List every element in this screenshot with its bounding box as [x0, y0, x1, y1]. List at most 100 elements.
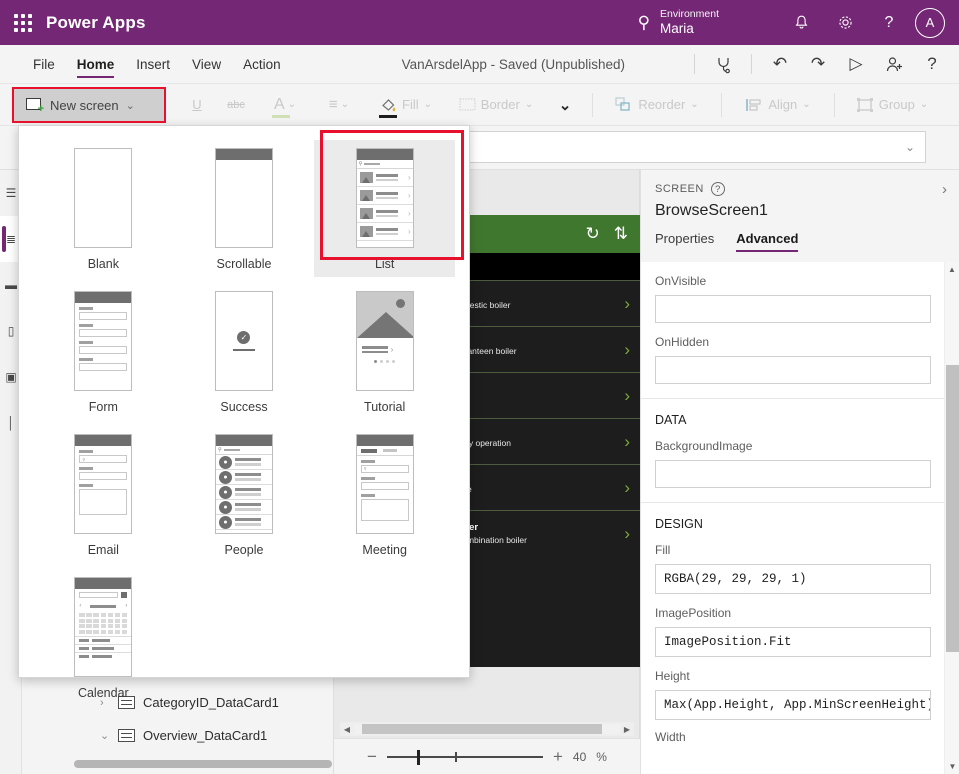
scroll-track[interactable]: [354, 724, 620, 734]
scroll-left-icon[interactable]: ◀: [340, 725, 354, 734]
underline-icon[interactable]: U: [180, 84, 214, 126]
menu-item-action[interactable]: Action: [232, 45, 292, 84]
scroll-down-icon[interactable]: ▼: [945, 759, 959, 774]
zoom-slider[interactable]: [386, 749, 543, 765]
onhidden-input[interactable]: [655, 356, 931, 384]
properties-panel-header: SCREEN ? › BrowseScreen1 Properties Adva…: [641, 170, 959, 262]
bell-icon[interactable]: [779, 0, 823, 45]
screen-preview[interactable]: ↻ ⇅ omestic boiler › r canteen boiler ›: [450, 215, 640, 667]
template-tutorial[interactable]: › Tutorial: [314, 283, 455, 420]
scroll-right-icon[interactable]: ▶: [620, 725, 634, 734]
text-align-icon[interactable]: ≡ ⌄: [312, 84, 366, 126]
template-thumbnail: ✓: [214, 291, 273, 391]
play-preview-icon[interactable]: ▷: [837, 45, 875, 84]
refresh-icon[interactable]: ↻: [586, 224, 600, 244]
template-meeting[interactable]: ⚲ Meeting: [314, 426, 455, 563]
help-icon[interactable]: ?: [867, 0, 911, 45]
undo-icon[interactable]: ↶: [761, 45, 799, 84]
divider: [721, 92, 722, 117]
menu-item-file[interactable]: File: [22, 45, 66, 84]
group-button[interactable]: Group ⌄: [843, 84, 941, 126]
help-icon[interactable]: ?: [710, 182, 725, 196]
globe-icon: ⚲: [637, 13, 651, 32]
fill-input[interactable]: RGBA(29, 29, 29, 1): [655, 564, 931, 594]
preview-list-item[interactable]: way operation ›: [450, 418, 640, 464]
tree-horizontal-scrollbar[interactable]: [74, 760, 332, 768]
reorder-button[interactable]: Reorder ⌄: [601, 84, 713, 126]
onvisible-input[interactable]: [655, 295, 931, 323]
template-list[interactable]: ⚲ › › › › List: [314, 140, 455, 277]
document-title: VanArsdelApp - Saved (Unpublished): [401, 56, 625, 72]
app-launcher-icon[interactable]: [0, 13, 46, 32]
template-scrollable[interactable]: Scrollable: [174, 140, 315, 277]
chevron-right-icon[interactable]: ›: [624, 432, 630, 452]
avatar[interactable]: A: [915, 7, 945, 38]
scroll-thumb[interactable]: [362, 724, 602, 734]
menu-item-home[interactable]: Home: [66, 45, 126, 84]
menu-item-insert[interactable]: Insert: [125, 45, 181, 84]
field-label: OnVisible: [655, 274, 707, 288]
gear-icon[interactable]: [823, 0, 867, 45]
zoom-out-button[interactable]: −: [367, 747, 377, 767]
formula-input[interactable]: ⌄: [468, 131, 926, 163]
template-success[interactable]: ✓ Success: [174, 283, 315, 420]
chevron-down-icon[interactable]: ⌄: [905, 140, 915, 154]
menu-bar-actions: ↶ ↷ ▷ ?: [685, 45, 959, 84]
align-button[interactable]: Align ⌄: [730, 84, 826, 126]
scroll-up-icon[interactable]: ▲: [945, 262, 959, 277]
preview-list-item[interactable]: omestic boiler ›: [450, 280, 640, 326]
border-button[interactable]: Border ⌄: [446, 84, 546, 126]
chevron-right-icon[interactable]: ›: [624, 478, 630, 498]
scroll-thumb[interactable]: [946, 365, 959, 652]
template-form[interactable]: Form: [33, 283, 174, 420]
preview-list-item[interactable]: r canteen boiler ›: [450, 326, 640, 372]
field-backgroundimage: BackgroundImage: [641, 439, 945, 488]
ribbon-overflow-chevron-icon[interactable]: ⌄: [546, 84, 584, 126]
redo-icon[interactable]: ↷: [799, 45, 837, 84]
preview-header: ↻ ⇅: [450, 215, 640, 253]
font-color-icon[interactable]: A ⌄: [258, 84, 312, 126]
new-screen-button[interactable]: + New screen ⌄: [14, 89, 164, 121]
properties-scrollbar[interactable]: ▲ ▼: [944, 262, 959, 774]
chevron-down-icon: ⌄: [524, 99, 534, 110]
strikethrough-icon[interactable]: abc: [214, 84, 258, 126]
template-people[interactable]: ⚲ ● ● ● ● ● People: [174, 426, 315, 563]
properties-tabs: Properties Advanced: [655, 231, 945, 252]
imageposition-input[interactable]: ImagePosition.Fit: [655, 627, 931, 657]
fill-button[interactable]: Fill ⌄: [366, 84, 446, 126]
tree-item-overview-datacard[interactable]: ⌄ Overview_DataCard1: [22, 719, 333, 752]
help-icon[interactable]: ?: [913, 45, 951, 84]
chevron-right-icon[interactable]: ›: [624, 386, 630, 406]
tab-properties[interactable]: Properties: [655, 231, 714, 252]
canvas-horizontal-scrollbar[interactable]: ◀ ▶: [340, 722, 634, 736]
new-screen-highlight: + New screen ⌄: [12, 87, 166, 123]
template-label: Email: [87, 543, 119, 557]
preview-list-item[interactable]: ›: [450, 372, 640, 418]
template-thumbnail: [74, 291, 133, 391]
environment-selector[interactable]: ⚲ Environment Maria: [638, 8, 719, 38]
slider-handle[interactable]: [416, 749, 420, 765]
template-calendar[interactable]: ‹ › Calendar: [33, 569, 174, 706]
template-label: Calendar: [77, 686, 129, 700]
chevron-down-icon[interactable]: ⌄: [100, 729, 118, 742]
share-icon[interactable]: [875, 45, 913, 84]
preview-list-item[interactable]: oiler combination boiler ›: [450, 510, 640, 556]
height-input[interactable]: Max(App.Height, App.MinScreenHeight): [655, 690, 931, 720]
chevron-right-icon[interactable]: ›: [624, 340, 630, 360]
collapse-panel-icon[interactable]: ›: [942, 181, 947, 198]
template-email[interactable]: ⚲ Email: [33, 426, 174, 563]
sort-icon[interactable]: ⇅: [614, 224, 628, 244]
backgroundimage-input[interactable]: [655, 460, 931, 488]
template-label: Blank: [87, 257, 119, 271]
app-checker-icon[interactable]: [704, 45, 742, 84]
chevron-right-icon[interactable]: ›: [624, 524, 630, 544]
preview-list-item[interactable]: ase ›: [450, 464, 640, 510]
template-blank[interactable]: Blank: [33, 140, 174, 277]
field-label: Width: [655, 730, 686, 744]
chevron-right-icon[interactable]: ›: [624, 294, 630, 314]
zoom-in-button[interactable]: +: [553, 747, 563, 767]
field-label: Height: [655, 669, 690, 683]
preview-search-bar[interactable]: [450, 253, 640, 280]
menu-item-view[interactable]: View: [181, 45, 232, 84]
tab-advanced[interactable]: Advanced: [736, 231, 799, 252]
